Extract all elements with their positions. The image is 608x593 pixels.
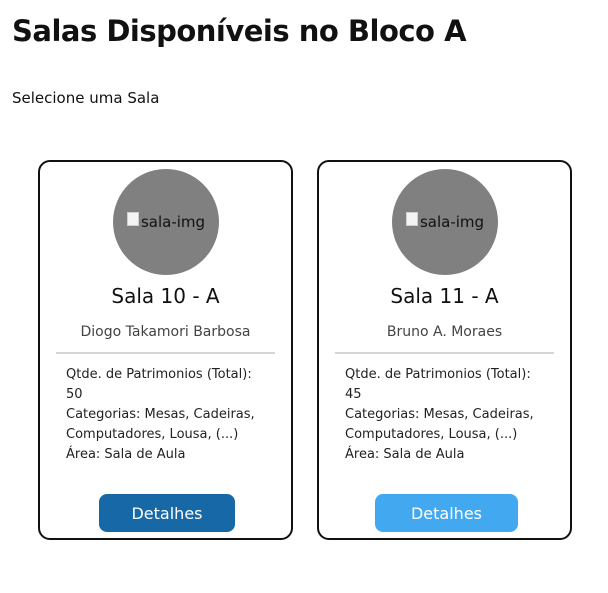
details-button[interactable]: Detalhes (99, 494, 235, 532)
room-name: Sala 11 - A (390, 284, 499, 308)
room-image-alt: sala-img (140, 213, 206, 231)
room-responsible: Bruno A. Moraes (386, 324, 503, 340)
page-title: Salas Disponíveis no Bloco A (12, 14, 467, 48)
room-image-alt: sala-img (419, 213, 485, 231)
room-details: Qtde. de Patrimonios (Total): 50 Categor… (66, 365, 277, 465)
details-button[interactable]: Detalhes (375, 494, 518, 532)
room-image: sala-img (113, 169, 219, 275)
categories-line-2: Computadores, Lousa, (...) (345, 427, 518, 442)
page-subtitle: Selecione uma Sala (12, 89, 160, 107)
categories-line-2: Computadores, Lousa, (...) (66, 427, 239, 442)
divider (56, 352, 275, 354)
room-card: sala-img Sala 10 - A Diogo Takamori Barb… (38, 160, 293, 540)
room-area: Área: Sala de Aula (66, 447, 186, 462)
broken-image-icon (126, 212, 139, 226)
room-details: Qtde. de Patrimonios (Total): 45 Categor… (345, 365, 556, 465)
room-name: Sala 10 - A (111, 284, 220, 308)
categories-line-1: Categorias: Mesas, Cadeiras, (345, 407, 534, 422)
assets-label: Qtde. de Patrimonios (Total): (345, 367, 531, 382)
divider (335, 352, 554, 354)
assets-label: Qtde. de Patrimonios (Total): (66, 367, 252, 382)
room-responsible: Diogo Takamori Barbosa (80, 324, 251, 340)
room-card: sala-img Sala 11 - A Bruno A. Moraes Qtd… (317, 160, 572, 540)
broken-image-icon (405, 212, 418, 226)
categories-line-1: Categorias: Mesas, Cadeiras, (66, 407, 255, 422)
room-area: Área: Sala de Aula (345, 447, 465, 462)
room-image: sala-img (392, 169, 498, 275)
assets-count: 45 (345, 387, 362, 402)
assets-count: 50 (66, 387, 83, 402)
